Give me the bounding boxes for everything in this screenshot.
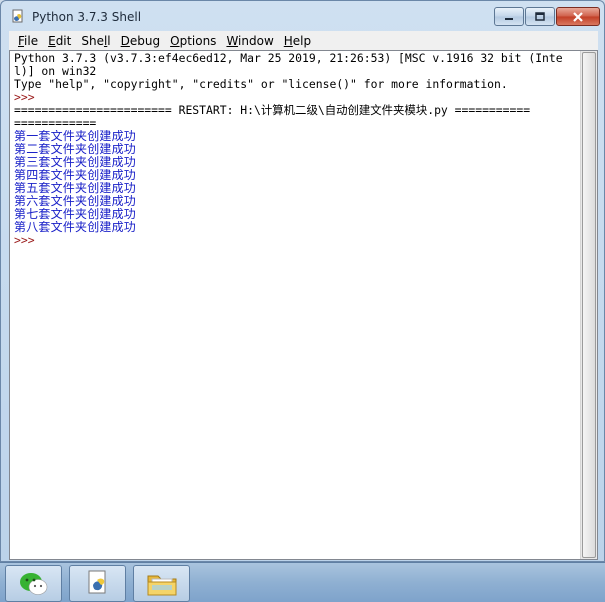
program-output-line: 第六套文件夹创建成功	[14, 195, 137, 208]
menu-item-label: She	[81, 33, 104, 48]
shell-output-line: ============	[14, 117, 97, 130]
shell-output[interactable]: Python 3.7.3 (v3.7.3:ef4ec6ed12, Mar 25 …	[14, 52, 580, 247]
program-output-line: 第八套文件夹创建成功	[14, 221, 137, 234]
taskbar	[0, 562, 605, 602]
menu-bar: File Edit Shell Debug Options Window Help	[9, 31, 598, 50]
menu-item-label: indow	[238, 33, 274, 48]
program-output-line: 第二套文件夹创建成功	[14, 143, 137, 156]
scrollbar-thumb[interactable]	[582, 52, 596, 558]
folder-icon	[147, 575, 176, 595]
taskbar-wechat-button[interactable]	[5, 565, 62, 602]
menu-item[interactable]: Shell	[76, 34, 115, 48]
menu-item[interactable]: Window	[221, 34, 278, 48]
shell-output-line: l)] on win32	[14, 65, 97, 78]
python-idle-icon	[10, 9, 26, 25]
shell-prompt: >>>	[14, 234, 42, 247]
menu-item-label: dit	[55, 33, 72, 48]
shell-prompt: >>>	[14, 91, 42, 104]
menu-item-label: ptions	[179, 33, 217, 48]
maximize-icon	[535, 12, 545, 21]
menu-item[interactable]: Debug	[116, 34, 165, 48]
menu-item-mnemonic: H	[283, 33, 293, 48]
minimize-button[interactable]	[494, 7, 524, 26]
program-output-line: 第五套文件夹创建成功	[14, 182, 137, 195]
menu-item-label: ile	[24, 33, 39, 48]
close-button[interactable]	[556, 7, 600, 26]
shell-output-line: Python 3.7.3 (v3.7.3:ef4ec6ed12, Mar 25 …	[14, 52, 563, 65]
menu-item-mnemonic: D	[120, 33, 130, 48]
menu-item-label: ebug	[129, 33, 161, 48]
window-title: Python 3.7.3 Shell	[32, 10, 142, 24]
wechat-icon	[19, 572, 47, 595]
program-output-line: 第七套文件夹创建成功	[14, 208, 137, 221]
python-file-icon	[88, 570, 105, 593]
menu-item[interactable]: File	[13, 34, 43, 48]
program-output-line: 第三套文件夹创建成功	[14, 156, 137, 169]
shell-output-line: Type "help", "copyright", "credits" or "…	[14, 78, 508, 91]
idle-shell-window: Python 3.7.3 Shell File Edit Shell Debug Opt…	[0, 0, 605, 562]
menu-item[interactable]: Help	[279, 34, 316, 48]
title-bar[interactable]: Python 3.7.3 Shell	[1, 1, 604, 31]
menu-item-mnemonic: W	[226, 33, 239, 48]
program-output-line: 第四套文件夹创建成功	[14, 169, 137, 182]
taskbar-explorer-button[interactable]	[133, 565, 190, 602]
program-output-line: 第一套文件夹创建成功	[14, 130, 137, 143]
vertical-scrollbar[interactable]	[580, 51, 597, 559]
minimize-icon	[505, 17, 513, 20]
shell-text-area[interactable]: Python 3.7.3 (v3.7.3:ef4ec6ed12, Mar 25 …	[9, 50, 598, 560]
menu-item-label: l	[107, 33, 111, 48]
shell-output-line: ======================= RESTART: H:\计算机二…	[14, 104, 531, 117]
menu-item-mnemonic: E	[48, 33, 56, 48]
taskbar-python-button[interactable]	[69, 565, 126, 602]
menu-item[interactable]: Options	[165, 34, 221, 48]
maximize-button[interactable]	[525, 7, 555, 26]
menu-item-mnemonic: O	[170, 33, 180, 48]
menu-item[interactable]: Edit	[43, 34, 76, 48]
close-icon	[573, 11, 583, 22]
menu-item-label: elp	[292, 33, 312, 48]
